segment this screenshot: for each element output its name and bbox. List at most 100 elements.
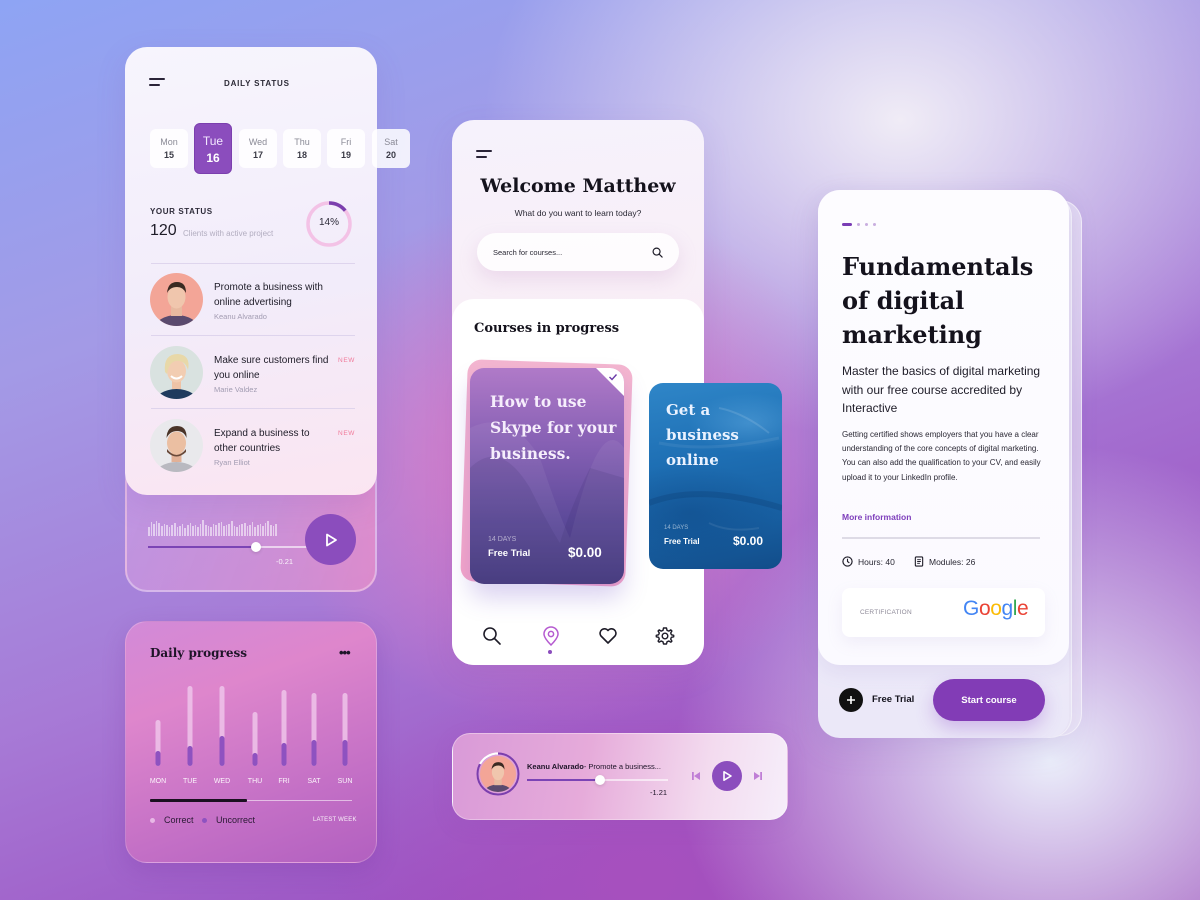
waveform-bar: [181, 524, 184, 536]
menu-icon[interactable]: [476, 150, 492, 159]
hours-info: Hours: 40: [842, 556, 895, 567]
waveform-bar: [231, 521, 233, 536]
day-number: 16: [206, 151, 220, 165]
course-trial-label: Free Trial: [488, 548, 531, 559]
pager-indicator[interactable]: [842, 223, 876, 226]
pager-dot-active[interactable]: [842, 223, 852, 226]
audio-progress-fill: [148, 545, 257, 548]
free-trial-label[interactable]: Free Trial: [872, 694, 914, 705]
previous-track-icon[interactable]: [691, 771, 701, 781]
x-tick-label: FRI: [278, 778, 289, 785]
day-fri[interactable]: Fri 19: [327, 129, 365, 168]
welcome-heading: Welcome Matthew: [480, 175, 676, 197]
task-title: Promote a business with online advertisi…: [214, 282, 323, 308]
legend-uncorrect: Uncorrect: [202, 815, 255, 825]
player-progress-knob[interactable]: [595, 774, 606, 785]
certification-label: CERTIFICATION: [860, 609, 912, 616]
next-track-icon[interactable]: [753, 771, 763, 781]
player-avatar: [480, 756, 516, 792]
gear-icon[interactable]: [655, 626, 675, 646]
waveform-bar: [153, 524, 155, 536]
status-value: 120: [150, 222, 177, 239]
pager-dot[interactable]: [857, 223, 860, 226]
audio-time: -0.21: [276, 557, 294, 566]
waveform-bar: [267, 521, 269, 536]
waveform-bar: [160, 526, 163, 536]
player-progress-slider[interactable]: [527, 774, 668, 785]
waveform-bar: [228, 524, 230, 536]
search-bar[interactable]: [477, 233, 679, 271]
start-course-button[interactable]: Start course: [933, 679, 1045, 721]
legend-correct: Correct: [150, 815, 194, 825]
task-item[interactable]: Promote a business with online advertisi…: [150, 273, 355, 335]
waveform-bar: [197, 527, 199, 536]
waveform-bar: [275, 524, 277, 536]
waveform-bar: [184, 528, 186, 536]
chart-scrollbar[interactable]: [150, 799, 352, 802]
bar-uncorrect-sat: [311, 740, 317, 766]
x-tick-label: MON: [150, 778, 166, 785]
waveform-bar: [233, 526, 236, 536]
bar-uncorrect-thu: [252, 753, 258, 766]
chart-scrollbar-thumb[interactable]: [150, 799, 247, 802]
x-tick-label: SAT: [307, 778, 321, 785]
pager-dot[interactable]: [873, 223, 876, 226]
waveform-bar: [166, 525, 168, 536]
day-thu[interactable]: Thu 18: [283, 129, 321, 168]
status-description: Clients with active project: [183, 229, 274, 238]
day-mon[interactable]: Mon 15: [150, 129, 188, 168]
waveform-bar: [225, 525, 228, 536]
course-price: $0.00: [733, 534, 764, 548]
waveform-bar: [223, 526, 225, 536]
divider: [151, 335, 355, 336]
search-input[interactable]: [493, 247, 652, 257]
bar-uncorrect-wed: [219, 736, 225, 766]
progress-percent: 14%: [318, 217, 339, 228]
new-badge: NEW: [338, 430, 355, 437]
day-name: Fri: [340, 137, 352, 147]
waveform-bar: [163, 524, 166, 536]
audio-progress-knob[interactable]: [251, 541, 262, 552]
check-icon: [609, 374, 618, 381]
waveform-bar: [251, 522, 254, 536]
waveform-bar: [158, 523, 160, 536]
course-duration: 14 DAYS: [488, 536, 517, 543]
player-play-button[interactable]: [712, 761, 742, 791]
divider: [151, 263, 355, 264]
search-icon[interactable]: [652, 247, 663, 258]
day-name: Thu: [294, 137, 310, 147]
add-free-trial-button[interactable]: [839, 688, 863, 712]
daily-progress-title: Daily progress: [150, 646, 248, 660]
play-button[interactable]: [305, 514, 356, 565]
avatar: [150, 346, 203, 399]
heart-icon[interactable]: [598, 626, 618, 646]
search-icon[interactable]: [482, 626, 502, 646]
day-number: 20: [385, 150, 396, 160]
day-tue[interactable]: Tue 16: [194, 123, 232, 174]
day-sat[interactable]: Sat 20: [372, 129, 410, 168]
x-tick-label: TUE: [183, 778, 197, 785]
task-item[interactable]: Make sure customers find you online Mari…: [150, 346, 355, 408]
waveform-bar: [269, 525, 272, 536]
legend-label: Uncorrect: [216, 815, 256, 825]
task-item[interactable]: Expand a business to other countries Rya…: [150, 419, 355, 481]
legend-dot: [202, 817, 207, 823]
course-detail-title: Fundamentals of digital marketing: [842, 252, 1034, 349]
location-pin-icon[interactable]: [541, 626, 561, 646]
more-options-icon[interactable]: •••: [339, 645, 351, 660]
player-time: -1.21: [650, 788, 668, 797]
task-title: Expand a business to other countries: [214, 428, 310, 454]
waveform-bar: [259, 524, 262, 536]
task-title: Make sure customers find you online: [214, 355, 329, 381]
menu-icon[interactable]: [149, 78, 165, 87]
x-tick-label: THU: [248, 778, 262, 785]
avatar: [150, 419, 203, 472]
waveform-bar: [215, 525, 218, 536]
status-label: YOUR STATUS: [150, 207, 213, 216]
day-wed[interactable]: Wed 17: [239, 129, 277, 168]
period-selector[interactable]: LATEST WEEK: [313, 817, 357, 823]
divider: [842, 537, 1040, 539]
more-information-link[interactable]: More information: [842, 512, 911, 522]
pager-dot[interactable]: [865, 223, 868, 226]
waveform-bar: [246, 526, 249, 536]
